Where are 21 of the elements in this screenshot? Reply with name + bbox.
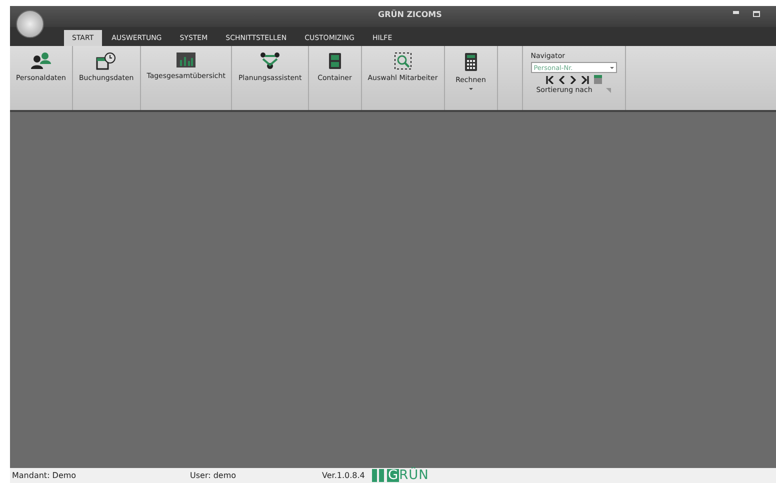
- first-record-icon[interactable]: [546, 76, 554, 84]
- status-text: User: demo: [189, 471, 238, 480]
- previous-icon[interactable]: [558, 76, 565, 84]
- logo-mark: G: [387, 469, 400, 482]
- maximize-icon[interactable]: [753, 11, 760, 17]
- next-icon[interactable]: [570, 76, 576, 84]
- caret-icon: [610, 66, 614, 68]
- window-title: GRÜN ZICOMS: [378, 10, 442, 19]
- team-icon: [259, 52, 282, 70]
- calendar-clock-icon: [96, 52, 116, 70]
- logo-text: RÜN: [399, 469, 429, 482]
- logo-bars-icon: [372, 469, 386, 482]
- status-text: Mandant: Demo: [11, 471, 78, 480]
- magnifier-selection-icon: [394, 52, 412, 70]
- people-icon: [30, 52, 52, 70]
- bar-chart-icon: [176, 52, 196, 68]
- table-icon[interactable]: [594, 75, 602, 84]
- cabinet-icon: [328, 52, 342, 70]
- calculator-icon: [464, 52, 478, 72]
- last-record-icon[interactable]: [580, 76, 589, 84]
- status-text: Ver.1.0.8.4: [321, 471, 366, 480]
